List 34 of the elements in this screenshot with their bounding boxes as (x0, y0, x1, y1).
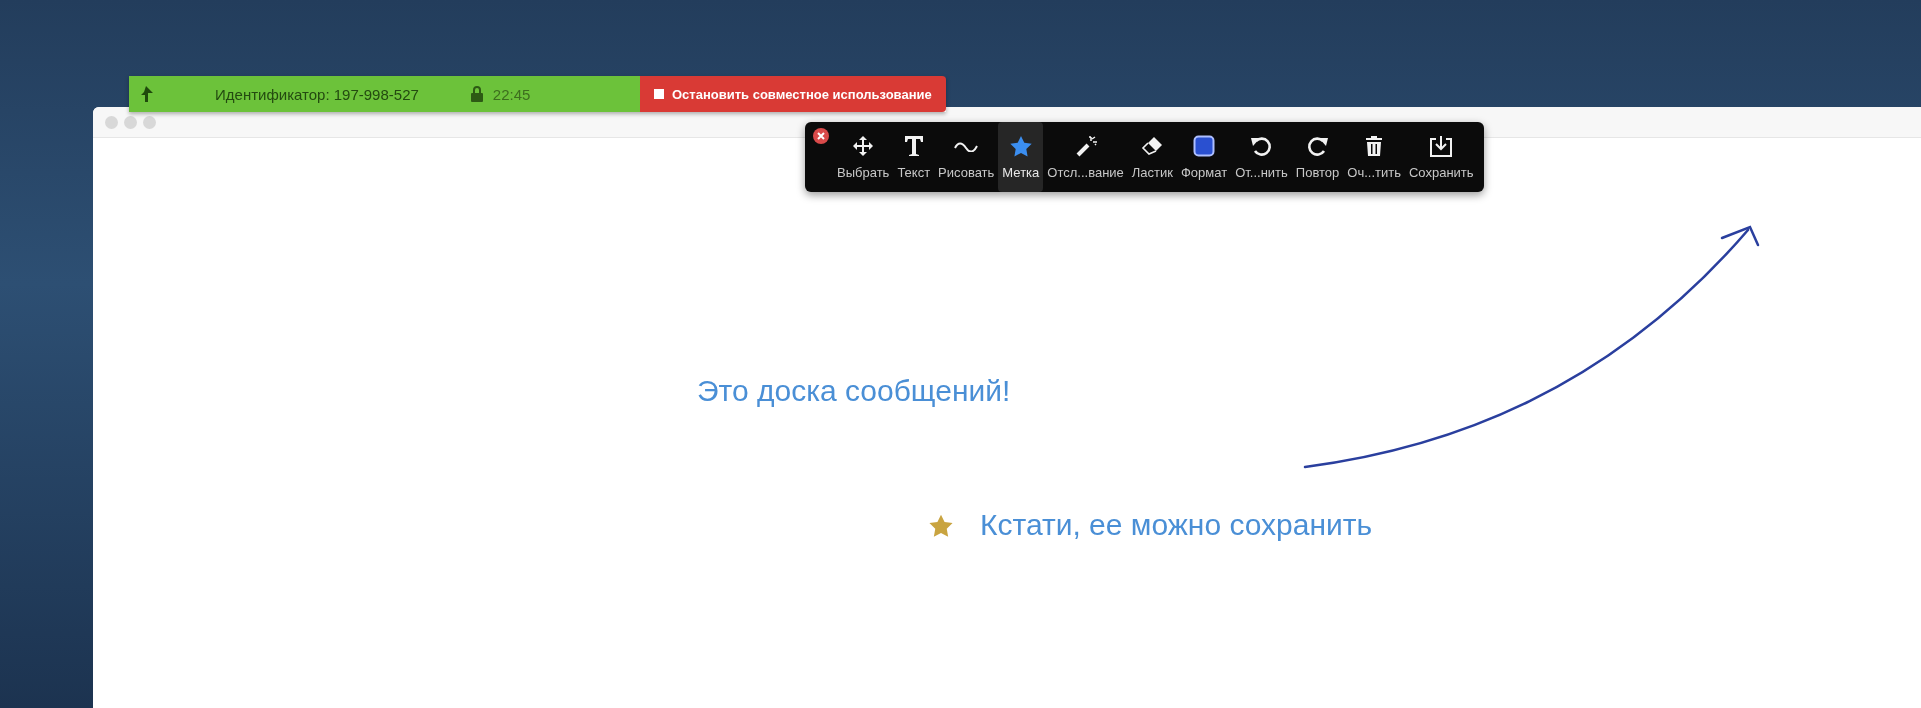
stop-square-icon (654, 89, 664, 99)
elapsed-time: 22:45 (492, 85, 531, 103)
stop-share-button[interactable]: Остановить совместное использование (640, 76, 946, 112)
magic-wand-icon (1074, 135, 1097, 157)
toolbar-tool[interactable]: Ластик (1127, 122, 1177, 192)
undo-icon (1250, 135, 1273, 157)
star-icon (1008, 135, 1033, 157)
trash-icon (1365, 135, 1384, 157)
eraser-icon (1141, 136, 1164, 156)
toolbar-tool[interactable]: Оч...тить (1343, 122, 1405, 192)
pin-arrow-icon[interactable] (139, 86, 153, 102)
lock-icon (470, 86, 483, 102)
color-swatch-icon (1193, 135, 1216, 157)
toolbar-tool[interactable]: Отсл...вание (1043, 122, 1128, 192)
move-arrows-icon (852, 135, 875, 157)
window-control-icon[interactable] (143, 115, 156, 129)
squiggle-icon (954, 140, 979, 152)
redo-icon (1306, 135, 1329, 157)
whiteboard-text: Это доска сообщений! (697, 374, 1011, 408)
meeting-id: Идентификатор: 197-998-527 (215, 85, 419, 103)
toolbar-tool[interactable]: Формат (1177, 122, 1232, 192)
toolbar-tool[interactable]: Метка (998, 122, 1044, 192)
toolbar-tool[interactable]: Текст (893, 122, 935, 192)
close-icon[interactable] (813, 128, 829, 144)
window-control-icon[interactable] (124, 115, 137, 129)
toolbar-tool[interactable]: Сохранить (1404, 122, 1478, 192)
letter-t-icon (903, 135, 924, 157)
toolbar-tool[interactable]: Рисовать (934, 122, 999, 192)
toolbar-tool[interactable]: Повтор (1291, 122, 1344, 192)
toolbar-tool[interactable]: Выбрать (833, 122, 894, 192)
whiteboard-text: Кстати, ее можно сохранить (980, 508, 1373, 542)
toolbar-tool[interactable]: От...нить (1231, 122, 1292, 192)
window-control-icon[interactable] (105, 115, 118, 129)
download-tray-icon (1429, 135, 1454, 157)
